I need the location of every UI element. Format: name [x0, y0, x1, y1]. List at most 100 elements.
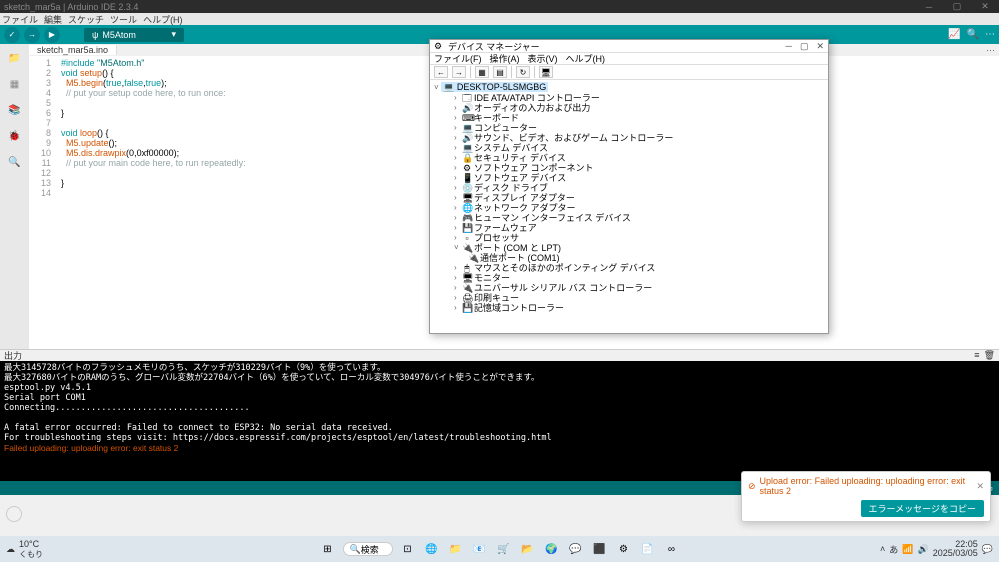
app-icon-arduino[interactable]: ∞	[663, 540, 681, 558]
debug-icon[interactable]: 🐞	[7, 128, 23, 144]
menu-tools[interactable]: ツール	[110, 13, 137, 26]
app-icon-7[interactable]: 💬	[567, 540, 585, 558]
dm-back-btn[interactable]: ←	[434, 66, 448, 78]
file-tab[interactable]: sketch_mar5a.ino	[29, 45, 117, 55]
dm-tree-item[interactable]: ›🖥ディスプレイ アダプター	[434, 193, 824, 203]
dm-fwd-btn[interactable]: →	[452, 66, 466, 78]
app-icon-9[interactable]: ⚙	[615, 540, 633, 558]
dm-tree-item[interactable]: ›⌨キーボード	[434, 113, 824, 123]
output-opt2-icon[interactable]: 🗑	[984, 350, 995, 361]
app-icon-2[interactable]: 📁	[447, 540, 465, 558]
dm-refresh-btn[interactable]: ↻	[516, 66, 530, 78]
close-btn[interactable]: ✕	[971, 0, 999, 13]
dm-tree-item[interactable]: ›🌐ネットワーク アダプター	[434, 203, 824, 213]
library-mgr-icon[interactable]: 📚	[7, 102, 23, 118]
dm-tree-item[interactable]: ›▫プロセッサ	[434, 233, 824, 243]
verify-btn[interactable]: ✓	[4, 27, 20, 43]
dm-tree-item[interactable]: ›🔒セキュリティ デバイス	[434, 153, 824, 163]
dm-minimize-btn[interactable]: ─	[786, 41, 792, 52]
dm-menubar: ファイル(F) 操作(A) 表示(V) ヘルプ(H)	[430, 53, 828, 65]
app-icon-3[interactable]: 📧	[471, 540, 489, 558]
dm-tree-item[interactable]: ›🗔IDE ATA/ATAPI コントローラー	[434, 93, 824, 103]
line-gutter: 1234567891011121314	[29, 56, 57, 349]
dm-com-port[interactable]: 🔌通信ポート (COM1)	[434, 253, 824, 263]
app-icon-1[interactable]: 🌐	[423, 540, 441, 558]
app-icon-6[interactable]: 🌍	[543, 540, 561, 558]
upload-btn[interactable]: →	[24, 27, 40, 43]
serial-monitor-icon[interactable]: 🔍	[967, 29, 979, 40]
dm-tree-item[interactable]: ›🖱マウスとそのほかのポインティング デバイス	[434, 263, 824, 273]
start-btn[interactable]: ⊞	[319, 540, 337, 558]
sketchbook-icon[interactable]: 📁	[7, 50, 23, 66]
menu-sketch[interactable]: スケッチ	[68, 13, 104, 26]
menu-edit[interactable]: 編集	[44, 13, 62, 26]
tray-up-icon[interactable]: ˄	[880, 544, 885, 554]
maximize-btn[interactable]: ▢	[943, 0, 971, 13]
dm-menu-help[interactable]: ヘルプ(H)	[566, 52, 606, 65]
dm-title: デバイス マネージャー	[448, 40, 540, 53]
system-tray[interactable]: ˄ あ 📶 🔊 22:05 2025/03/05 💬	[880, 540, 993, 558]
device-manager-window[interactable]: ⚙ デバイス マネージャー ─ ▢ ✕ ファイル(F) 操作(A) 表示(V) …	[429, 39, 829, 334]
menu-file[interactable]: ファイル	[2, 13, 38, 26]
debug-btn[interactable]: ▶	[44, 27, 60, 43]
dm-tree-item[interactable]: ›🖨印刷キュー	[434, 293, 824, 303]
clock[interactable]: 22:05 2025/03/05	[933, 540, 978, 558]
arduino-titlebar: sketch_mar5a | Arduino IDE 2.3.4 ─ ▢ ✕	[0, 0, 999, 13]
serial-plotter-icon[interactable]: 📈	[948, 29, 960, 40]
dm-tree-item[interactable]: ›⚙ソフトウェア コンポーネント	[434, 163, 824, 173]
error-icon: ⊘	[748, 481, 756, 492]
dm-prop-btn[interactable]: ▤	[493, 66, 507, 78]
windows-taskbar: ☁ 10°C くもり ⊞ 🔍 検索 ⊡ 🌐 📁 📧 🛒 📂 🌍 💬 ⬛ ⚙ 📄 …	[0, 536, 999, 562]
dm-tree-item[interactable]: ›🖥モニター	[434, 273, 824, 283]
menu-help[interactable]: ヘルプ(H)	[143, 13, 183, 26]
minimize-btn[interactable]: ─	[915, 0, 943, 13]
dm-tree-item[interactable]: ›💿ディスク ドライブ	[434, 183, 824, 193]
output-panel[interactable]: 最大3145728バイトのフラッシュメモリのうち、スケッチが310229バイト（…	[0, 361, 999, 481]
app-icon-5[interactable]: 📂	[519, 540, 537, 558]
dm-view-btn[interactable]: ▦	[475, 66, 489, 78]
taskview-icon[interactable]: ⊡	[399, 540, 417, 558]
dm-tree-item[interactable]: ›💾記憶域コントローラー	[434, 303, 824, 313]
more-icon[interactable]: ⋯	[985, 29, 995, 40]
dm-tree-item[interactable]: ›📱ソフトウェア デバイス	[434, 173, 824, 183]
dm-tree-item[interactable]: ›🎮ヒューマン インターフェイス デバイス	[434, 213, 824, 223]
dm-tree[interactable]: ˅ 💻 DESKTOP-5LSMGBG›🗔IDE ATA/ATAPI コントロー…	[430, 80, 828, 315]
toast-message: Upload error: Failed uploading: uploadin…	[760, 476, 977, 496]
window-title: sketch_mar5a | Arduino IDE 2.3.4	[4, 2, 138, 12]
tab-more-icon[interactable]: ⋯	[982, 45, 999, 56]
dm-scan-btn[interactable]: 🖥	[539, 66, 553, 78]
app-icon-8[interactable]: ⬛	[591, 540, 609, 558]
app-icon-4[interactable]: 🛒	[495, 540, 513, 558]
dm-menu-view[interactable]: 表示(V)	[528, 52, 558, 65]
dm-ports-node[interactable]: ˅🔌ポート (COM と LPT)	[434, 243, 824, 253]
tray-lang-icon[interactable]: あ	[889, 543, 898, 556]
dm-tree-item[interactable]: ›💻コンピューター	[434, 123, 824, 133]
app-icon-10[interactable]: 📄	[639, 540, 657, 558]
weather-widget[interactable]: ☁ 10°C くもり	[6, 539, 43, 560]
tray-wifi-icon[interactable]: 📶	[902, 544, 913, 555]
dm-tree-item[interactable]: ›💾ファームウェア	[434, 223, 824, 233]
taskbar-search[interactable]: 🔍 検索	[343, 542, 393, 556]
dm-close-btn[interactable]: ✕	[816, 41, 824, 52]
output-header: 出力 ≡ 🗑	[0, 349, 999, 361]
dm-menu-action[interactable]: 操作(A)	[490, 52, 520, 65]
profile-icon[interactable]	[6, 506, 22, 522]
toast-close-btn[interactable]: ✕	[976, 481, 984, 492]
weather-icon: ☁	[6, 544, 15, 555]
dm-tree-item[interactable]: ›🔊オーディオの入力および出力	[434, 103, 824, 113]
boards-mgr-icon[interactable]: ▦	[7, 76, 23, 92]
dm-maximize-btn[interactable]: ▢	[800, 41, 809, 52]
copy-error-btn[interactable]: エラーメッセージをコピー	[861, 500, 984, 517]
dm-root-node[interactable]: 💻 DESKTOP-5LSMGBG	[441, 82, 548, 92]
dm-menu-file[interactable]: ファイル(F)	[434, 52, 482, 65]
dm-tree-item[interactable]: ›💻システム デバイス	[434, 143, 824, 153]
tray-vol-icon[interactable]: 🔊	[918, 544, 929, 555]
arduino-sidebar: 📁 ▦ 📚 🐞 🔍	[0, 44, 29, 349]
tray-notif-icon[interactable]: 💬	[982, 544, 993, 555]
dm-tree-item[interactable]: ›🔊サウンド、ビデオ、およびゲーム コントローラー	[434, 133, 824, 143]
search-icon[interactable]: 🔍	[7, 154, 23, 170]
error-toast: ⊘ Upload error: Failed uploading: upload…	[741, 471, 991, 522]
dm-tree-item[interactable]: ›🔌ユニバーサル シリアル バス コントローラー	[434, 283, 824, 293]
board-selector[interactable]: ψM5Atom▾	[84, 28, 184, 42]
output-opt1-icon[interactable]: ≡	[974, 350, 979, 361]
